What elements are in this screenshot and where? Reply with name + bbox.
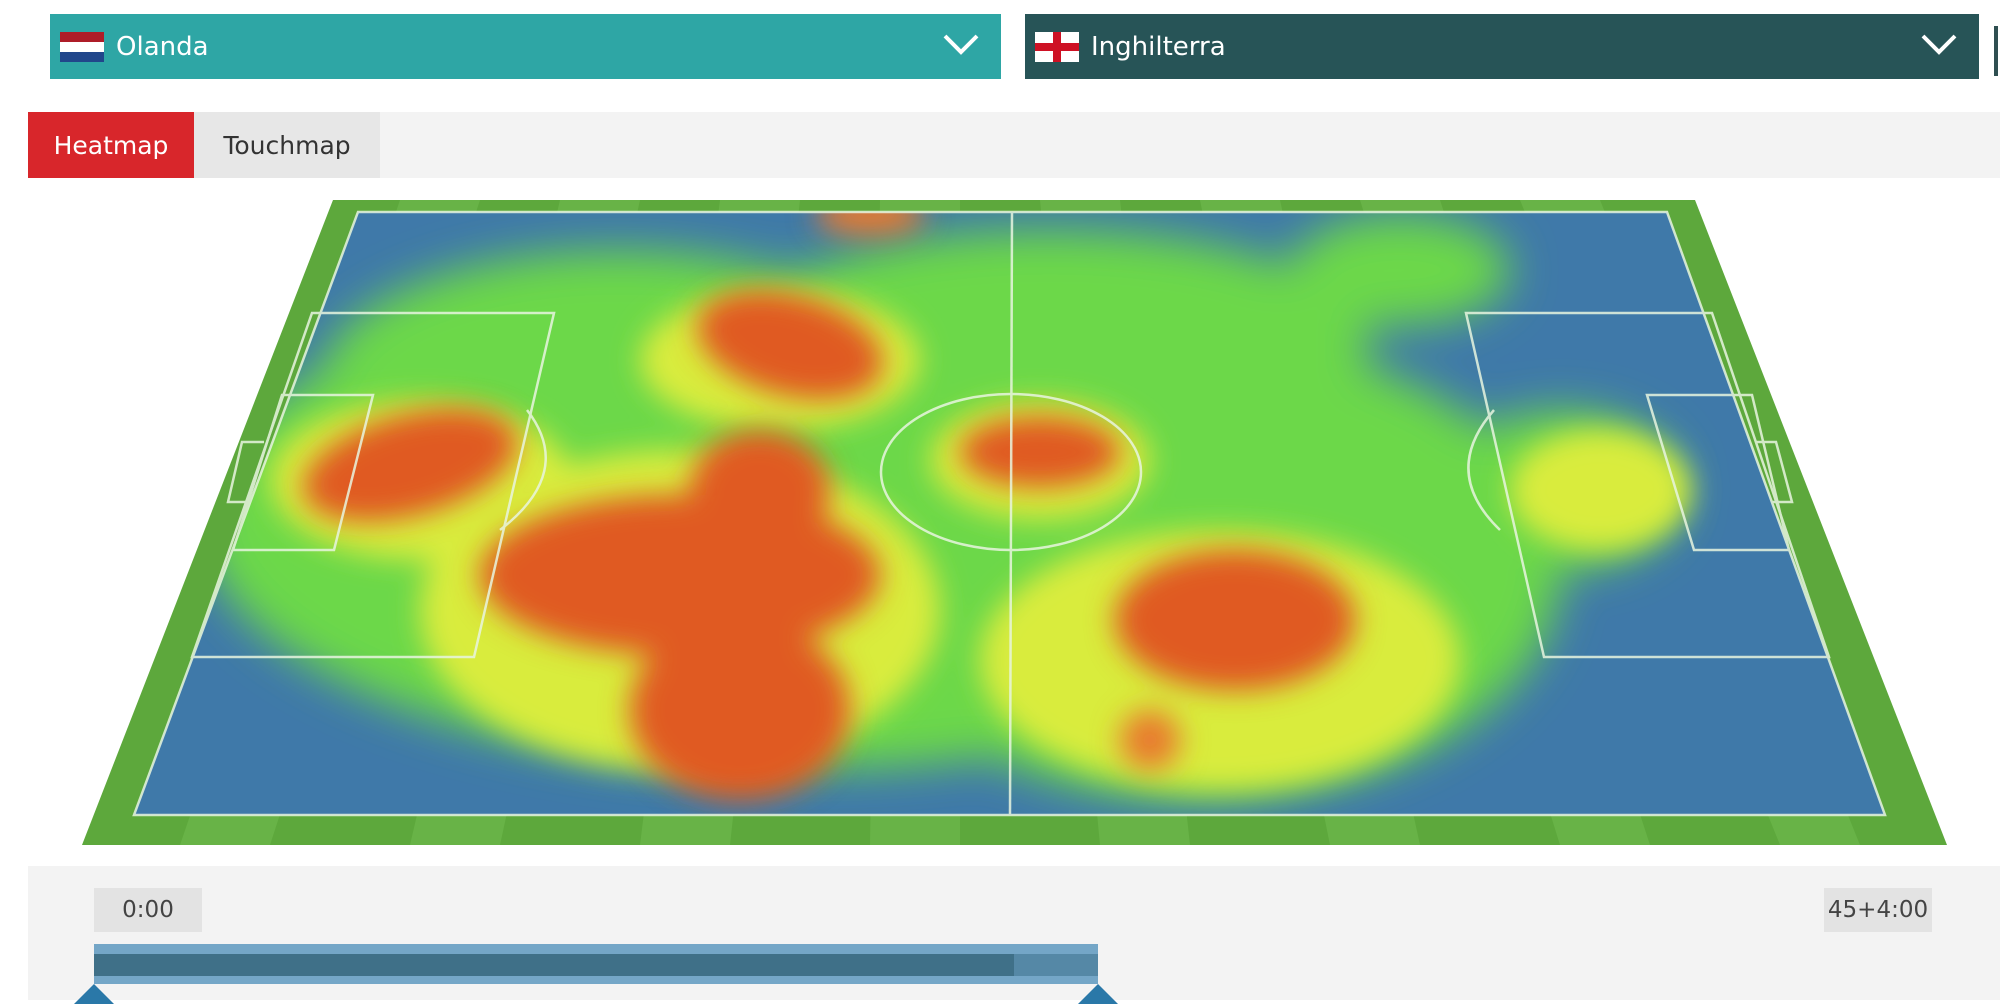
tab-heatmap[interactable]: Heatmap bbox=[28, 112, 194, 178]
timeline-track[interactable] bbox=[94, 944, 1098, 984]
england-flag-icon bbox=[1035, 31, 1079, 62]
away-team-select[interactable]: Inghilterra bbox=[1025, 14, 1979, 79]
view-tab-bar: Heatmap Touchmap bbox=[28, 112, 2000, 178]
chevron-down-icon bbox=[943, 34, 979, 55]
away-team-name: Inghilterra bbox=[1091, 31, 1226, 62]
timeline-end-handle[interactable] bbox=[1078, 984, 1118, 1004]
edge-divider bbox=[1994, 26, 1998, 76]
tab-touchmap[interactable]: Touchmap bbox=[194, 112, 380, 178]
heatmap-pitch bbox=[82, 200, 1947, 845]
timeline-start-label: 0:00 bbox=[94, 888, 202, 932]
home-team-name: Olanda bbox=[116, 31, 209, 62]
timeline-panel: 0:00 45+4:00 bbox=[28, 866, 2000, 1004]
timeline-selected-range bbox=[94, 954, 1014, 976]
home-team-select[interactable]: Olanda bbox=[50, 14, 1001, 79]
timeline-range-tail bbox=[1014, 954, 1098, 976]
chevron-down-icon bbox=[1921, 34, 1957, 55]
timeline-start-handle[interactable] bbox=[74, 984, 114, 1004]
netherlands-flag-icon bbox=[60, 31, 104, 62]
timeline-end-label: 45+4:00 bbox=[1824, 888, 1932, 932]
